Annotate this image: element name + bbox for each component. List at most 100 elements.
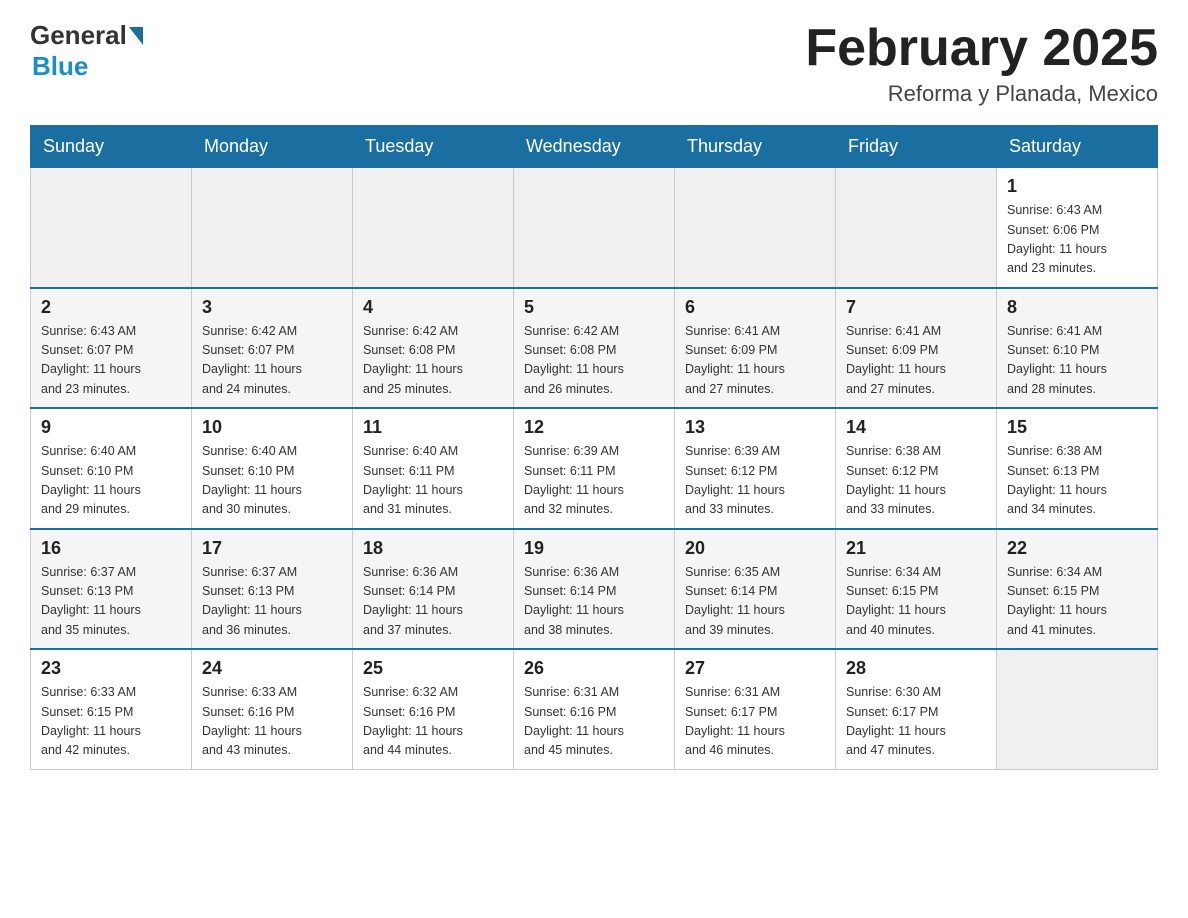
header-friday: Friday — [836, 126, 997, 168]
day-info: Sunrise: 6:41 AM Sunset: 6:09 PM Dayligh… — [685, 322, 825, 400]
day-number: 16 — [41, 538, 181, 559]
calendar-day-cell: 28 Sunrise: 6:30 AM Sunset: 6:17 PM Dayli… — [836, 649, 997, 769]
calendar-day-cell — [997, 649, 1158, 769]
day-number: 10 — [202, 417, 342, 438]
calendar-day-cell: 18 Sunrise: 6:36 AM Sunset: 6:14 PM Dayli… — [353, 529, 514, 650]
calendar-day-cell: 27 Sunrise: 6:31 AM Sunset: 6:17 PM Dayli… — [675, 649, 836, 769]
logo-top: General — [30, 20, 145, 51]
day-info: Sunrise: 6:34 AM Sunset: 6:15 PM Dayligh… — [846, 563, 986, 641]
page-header: General Blue February 2025 Reforma y Pla… — [30, 20, 1158, 107]
day-info: Sunrise: 6:33 AM Sunset: 6:16 PM Dayligh… — [202, 683, 342, 761]
day-info: Sunrise: 6:40 AM Sunset: 6:10 PM Dayligh… — [41, 442, 181, 520]
day-number: 5 — [524, 297, 664, 318]
day-info: Sunrise: 6:39 AM Sunset: 6:11 PM Dayligh… — [524, 442, 664, 520]
calendar-day-cell: 1 Sunrise: 6:43 AM Sunset: 6:06 PM Daylig… — [997, 168, 1158, 288]
day-info: Sunrise: 6:38 AM Sunset: 6:13 PM Dayligh… — [1007, 442, 1147, 520]
logo-arrow-icon — [129, 27, 143, 45]
day-number: 24 — [202, 658, 342, 679]
calendar-day-cell: 21 Sunrise: 6:34 AM Sunset: 6:15 PM Dayli… — [836, 529, 997, 650]
day-number: 21 — [846, 538, 986, 559]
calendar-day-cell: 22Sunrise: 6:34 AM Sunset: 6:15 PM Dayli… — [997, 529, 1158, 650]
day-info: Sunrise: 6:37 AM Sunset: 6:13 PM Dayligh… — [41, 563, 181, 641]
day-info: Sunrise: 6:42 AM Sunset: 6:08 PM Dayligh… — [363, 322, 503, 400]
title-area: February 2025 Reforma y Planada, Mexico — [805, 20, 1158, 107]
day-number: 12 — [524, 417, 664, 438]
day-info: Sunrise: 6:40 AM Sunset: 6:10 PM Dayligh… — [202, 442, 342, 520]
day-number: 20 — [685, 538, 825, 559]
calendar-day-cell: 17 Sunrise: 6:37 AM Sunset: 6:13 PM Dayli… — [192, 529, 353, 650]
day-number: 18 — [363, 538, 503, 559]
calendar-day-cell: 5Sunrise: 6:42 AM Sunset: 6:08 PM Daylig… — [514, 288, 675, 409]
calendar-day-cell — [31, 168, 192, 288]
header-monday: Monday — [192, 126, 353, 168]
day-number: 27 — [685, 658, 825, 679]
logo-general-text: General — [30, 20, 127, 51]
day-number: 9 — [41, 417, 181, 438]
calendar-day-cell: 13Sunrise: 6:39 AM Sunset: 6:12 PM Dayli… — [675, 408, 836, 529]
day-info: Sunrise: 6:34 AM Sunset: 6:15 PM Dayligh… — [1007, 563, 1147, 641]
calendar-day-cell: 3Sunrise: 6:42 AM Sunset: 6:07 PM Daylig… — [192, 288, 353, 409]
calendar-week-row: 1 Sunrise: 6:43 AM Sunset: 6:06 PM Daylig… — [31, 168, 1158, 288]
calendar-day-cell: 24 Sunrise: 6:33 AM Sunset: 6:16 PM Dayli… — [192, 649, 353, 769]
calendar-week-row: 2Sunrise: 6:43 AM Sunset: 6:07 PM Daylig… — [31, 288, 1158, 409]
calendar-day-cell: 2Sunrise: 6:43 AM Sunset: 6:07 PM Daylig… — [31, 288, 192, 409]
calendar-day-cell: 20 Sunrise: 6:35 AM Sunset: 6:14 PM Dayli… — [675, 529, 836, 650]
day-info: Sunrise: 6:38 AM Sunset: 6:12 PM Dayligh… — [846, 442, 986, 520]
day-info: Sunrise: 6:37 AM Sunset: 6:13 PM Dayligh… — [202, 563, 342, 641]
day-number: 23 — [41, 658, 181, 679]
day-number: 15 — [1007, 417, 1147, 438]
calendar-day-cell — [675, 168, 836, 288]
calendar-day-cell: 8 Sunrise: 6:41 AM Sunset: 6:10 PM Daylig… — [997, 288, 1158, 409]
day-number: 28 — [846, 658, 986, 679]
day-number: 11 — [363, 417, 503, 438]
day-number: 14 — [846, 417, 986, 438]
day-info: Sunrise: 6:43 AM Sunset: 6:06 PM Dayligh… — [1007, 201, 1147, 279]
day-number: 17 — [202, 538, 342, 559]
calendar-week-row: 9 Sunrise: 6:40 AM Sunset: 6:10 PM Daylig… — [31, 408, 1158, 529]
calendar-day-cell: 10 Sunrise: 6:40 AM Sunset: 6:10 PM Dayli… — [192, 408, 353, 529]
day-info: Sunrise: 6:36 AM Sunset: 6:14 PM Dayligh… — [524, 563, 664, 641]
day-number: 1 — [1007, 176, 1147, 197]
day-info: Sunrise: 6:41 AM Sunset: 6:10 PM Dayligh… — [1007, 322, 1147, 400]
day-info: Sunrise: 6:30 AM Sunset: 6:17 PM Dayligh… — [846, 683, 986, 761]
calendar-day-cell: 7 Sunrise: 6:41 AM Sunset: 6:09 PM Daylig… — [836, 288, 997, 409]
calendar-day-cell — [836, 168, 997, 288]
calendar-day-cell — [514, 168, 675, 288]
day-number: 8 — [1007, 297, 1147, 318]
day-number: 26 — [524, 658, 664, 679]
month-title: February 2025 — [805, 20, 1158, 77]
calendar-day-cell: 19 Sunrise: 6:36 AM Sunset: 6:14 PM Dayli… — [514, 529, 675, 650]
day-info: Sunrise: 6:36 AM Sunset: 6:14 PM Dayligh… — [363, 563, 503, 641]
day-number: 19 — [524, 538, 664, 559]
header-wednesday: Wednesday — [514, 126, 675, 168]
logo: General Blue — [30, 20, 145, 82]
day-info: Sunrise: 6:32 AM Sunset: 6:16 PM Dayligh… — [363, 683, 503, 761]
header-tuesday: Tuesday — [353, 126, 514, 168]
day-info: Sunrise: 6:35 AM Sunset: 6:14 PM Dayligh… — [685, 563, 825, 641]
calendar-day-cell: 25Sunrise: 6:32 AM Sunset: 6:16 PM Dayli… — [353, 649, 514, 769]
calendar-day-cell: 15 Sunrise: 6:38 AM Sunset: 6:13 PM Dayli… — [997, 408, 1158, 529]
day-info: Sunrise: 6:31 AM Sunset: 6:16 PM Dayligh… — [524, 683, 664, 761]
day-info: Sunrise: 6:41 AM Sunset: 6:09 PM Dayligh… — [846, 322, 986, 400]
calendar-day-cell — [353, 168, 514, 288]
day-info: Sunrise: 6:33 AM Sunset: 6:15 PM Dayligh… — [41, 683, 181, 761]
calendar-day-cell — [192, 168, 353, 288]
calendar-day-cell: 16 Sunrise: 6:37 AM Sunset: 6:13 PM Dayli… — [31, 529, 192, 650]
calendar-week-row: 16 Sunrise: 6:37 AM Sunset: 6:13 PM Dayli… — [31, 529, 1158, 650]
calendar-table: Sunday Monday Tuesday Wednesday Thursday… — [30, 125, 1158, 770]
logo-blue-text: Blue — [32, 51, 88, 82]
header-saturday: Saturday — [997, 126, 1158, 168]
calendar-day-cell: 4 Sunrise: 6:42 AM Sunset: 6:08 PM Daylig… — [353, 288, 514, 409]
day-info: Sunrise: 6:43 AM Sunset: 6:07 PM Dayligh… — [41, 322, 181, 400]
calendar-day-cell: 6Sunrise: 6:41 AM Sunset: 6:09 PM Daylig… — [675, 288, 836, 409]
header-sunday: Sunday — [31, 126, 192, 168]
day-number: 13 — [685, 417, 825, 438]
calendar-day-cell: 9 Sunrise: 6:40 AM Sunset: 6:10 PM Daylig… — [31, 408, 192, 529]
day-info: Sunrise: 6:31 AM Sunset: 6:17 PM Dayligh… — [685, 683, 825, 761]
calendar-day-cell: 11 Sunrise: 6:40 AM Sunset: 6:11 PM Dayli… — [353, 408, 514, 529]
calendar-week-row: 23 Sunrise: 6:33 AM Sunset: 6:15 PM Dayli… — [31, 649, 1158, 769]
day-info: Sunrise: 6:40 AM Sunset: 6:11 PM Dayligh… — [363, 442, 503, 520]
day-number: 4 — [363, 297, 503, 318]
day-number: 7 — [846, 297, 986, 318]
day-info: Sunrise: 6:42 AM Sunset: 6:07 PM Dayligh… — [202, 322, 342, 400]
